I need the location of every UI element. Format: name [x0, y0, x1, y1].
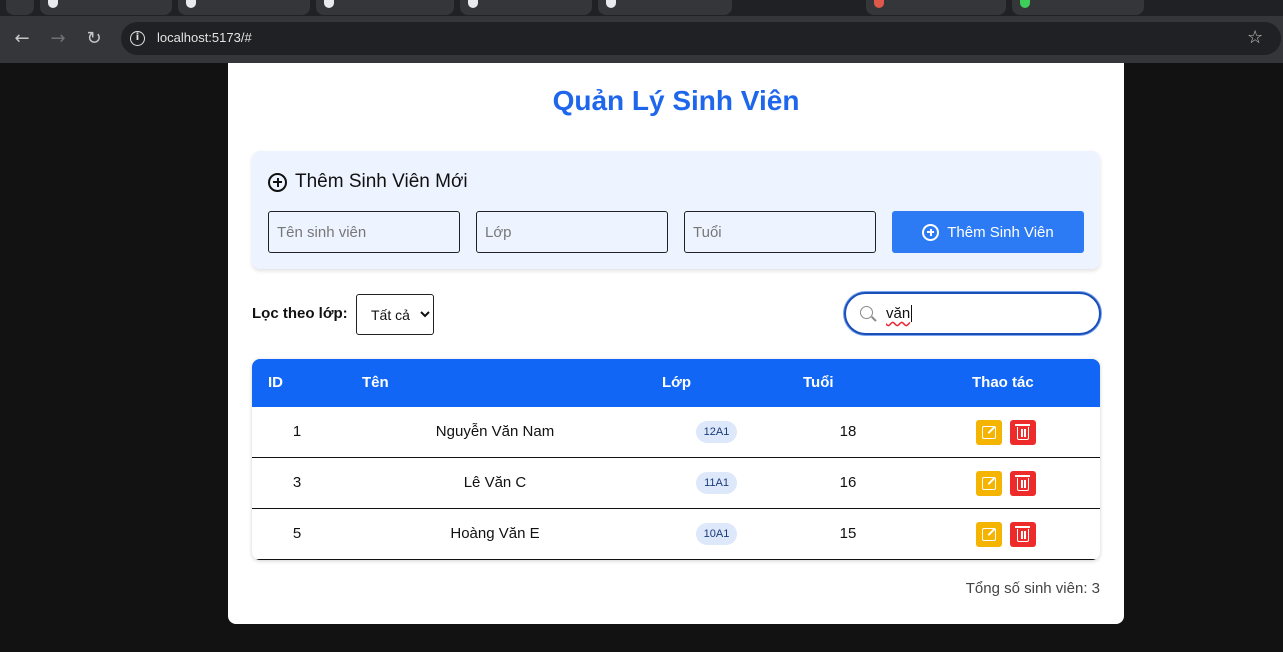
add-student-button-label: Thêm Sinh Viên — [947, 223, 1054, 241]
tab-favicon-icon — [468, 0, 478, 8]
tab-favicon-icon — [48, 0, 58, 8]
add-student-heading-text: Thêm Sinh Viên Mới — [295, 171, 468, 192]
edit-button[interactable] — [976, 471, 1002, 496]
tab[interactable] — [866, 0, 1006, 15]
edit-icon — [982, 528, 996, 541]
column-header-name: Tên — [362, 374, 389, 391]
table-row: 3 Lê Văn C 11A1 16 — [252, 458, 1100, 509]
tab-favicon-icon — [606, 0, 616, 8]
total-students: Tổng số sinh viên: 3 — [965, 580, 1100, 597]
tab[interactable] — [40, 0, 172, 15]
table-row: 1 Nguyễn Văn Nam 12A1 18 — [252, 407, 1100, 458]
add-student-button[interactable]: Thêm Sinh Viên — [892, 211, 1084, 253]
search-icon — [860, 306, 873, 319]
browser-toolbar: ← → ↻ i localhost:5173/# ☆ — [0, 16, 1283, 63]
class-badge: 12A1 — [696, 421, 737, 443]
cell-id: 1 — [292, 423, 302, 440]
site-info-icon[interactable]: i — [130, 31, 145, 46]
column-header-class: Lớp — [662, 374, 691, 391]
search-input[interactable]: văn — [886, 305, 913, 322]
bookmark-star-icon[interactable]: ☆ — [1247, 27, 1263, 48]
delete-button[interactable] — [1010, 471, 1036, 496]
edit-button[interactable] — [976, 522, 1002, 547]
cell-age: 15 — [839, 525, 857, 542]
student-table: ID Tên Lớp Tuổi Thao tác 1 Nguyễn Văn Na… — [252, 359, 1100, 560]
edit-icon — [982, 426, 996, 439]
edit-icon — [982, 477, 996, 490]
tab[interactable] — [460, 0, 592, 15]
tab[interactable] — [6, 0, 34, 15]
table-row: 5 Hoàng Văn E 10A1 15 — [252, 509, 1100, 560]
column-header-age: Tuổi — [803, 374, 834, 391]
cell-name: Lê Văn C — [463, 474, 527, 491]
tab[interactable] — [598, 0, 732, 15]
delete-button[interactable] — [1010, 522, 1036, 547]
trash-icon — [1015, 475, 1030, 491]
address-bar[interactable]: i localhost:5173/# ☆ — [121, 22, 1281, 55]
plus-circle-icon — [922, 223, 940, 241]
back-arrow-icon[interactable]: ← — [10, 27, 34, 51]
plus-circle-icon — [268, 172, 287, 192]
student-age-input[interactable] — [684, 211, 876, 253]
reload-icon[interactable]: ↻ — [82, 27, 106, 51]
search-box[interactable]: văn — [844, 292, 1101, 335]
tab-favicon-icon — [874, 0, 884, 8]
tab-favicon-icon — [1020, 0, 1030, 8]
student-name-input[interactable] — [268, 211, 460, 253]
table-header: ID Tên Lớp Tuổi Thao tác — [252, 359, 1100, 407]
student-class-input[interactable] — [476, 211, 668, 253]
cell-id: 5 — [292, 525, 302, 542]
class-filter-label: Lọc theo lớp: — [252, 305, 348, 322]
edit-button[interactable] — [976, 420, 1002, 445]
forward-arrow-icon[interactable]: → — [46, 27, 70, 51]
trash-icon — [1015, 526, 1030, 542]
delete-button[interactable] — [1010, 420, 1036, 445]
tab[interactable] — [178, 0, 310, 15]
add-student-panel: Thêm Sinh Viên Mới Thêm Sinh Viên — [252, 151, 1100, 269]
tab-favicon-icon — [186, 0, 196, 8]
cell-age: 18 — [839, 423, 857, 440]
page-title: Quản Lý Sinh Viên — [552, 85, 800, 116]
app-card: Quản Lý Sinh Viên Thêm Sinh Viên Mới Thê… — [228, 63, 1124, 624]
tab-strip — [0, 0, 1283, 16]
class-badge: 10A1 — [696, 523, 737, 545]
add-student-heading: Thêm Sinh Viên Mới — [268, 171, 468, 193]
trash-icon — [1015, 424, 1030, 440]
tab[interactable] — [316, 0, 454, 15]
cell-id: 3 — [292, 474, 302, 491]
column-header-id: ID — [268, 374, 283, 391]
class-badge: 11A1 — [696, 472, 737, 494]
class-filter-select[interactable]: Tất cả — [356, 294, 434, 335]
column-header-actions: Thao tác — [972, 374, 1034, 391]
cell-age: 16 — [839, 474, 857, 491]
tab-favicon-icon — [324, 0, 334, 8]
tab[interactable] — [1012, 0, 1144, 15]
cell-name: Nguyễn Văn Nam — [435, 423, 555, 440]
cell-name: Hoàng Văn E — [450, 525, 540, 542]
address-url: localhost:5173/# — [157, 30, 252, 45]
